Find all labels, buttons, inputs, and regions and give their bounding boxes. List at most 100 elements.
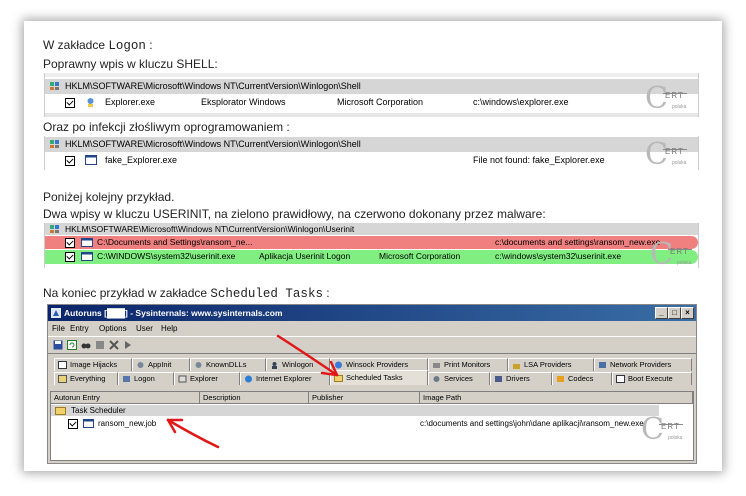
tab-image-hijacks[interactable]: Image Hijacks bbox=[54, 358, 132, 371]
column-autorun-entry[interactable]: Autorun Entry bbox=[51, 392, 200, 404]
legit-row[interactable]: C:\WINDOWS\system32\userinit.exe Aplikac… bbox=[45, 250, 698, 264]
entry-image-path: c:\windows\explorer.exe bbox=[473, 97, 569, 107]
tab-logon[interactable]: Logon bbox=[118, 372, 174, 385]
tab-label: Internet Explorer bbox=[256, 374, 312, 383]
lock-icon bbox=[513, 364, 520, 369]
two-entries-caption: Dwa wpisy w kluczu USERINIT, na zielono … bbox=[43, 207, 546, 221]
cert-watermark-sub: polska bbox=[672, 104, 687, 110]
tab-everything[interactable]: Everything bbox=[54, 372, 118, 385]
menu-user[interactable]: User bbox=[136, 324, 153, 333]
entry-image-path: File not found: fake_Explorer.exe bbox=[473, 155, 605, 165]
scheduled-intro: Na koniec przykład w zakładce Scheduled … bbox=[43, 286, 330, 301]
delete-icon[interactable] bbox=[109, 340, 119, 350]
group-label: Task Scheduler bbox=[71, 406, 126, 415]
tab-knowndlls[interactable]: KnownDLLs bbox=[190, 358, 266, 371]
tab-print-monitors[interactable]: Print Monitors bbox=[428, 358, 508, 371]
tab-label: AppInit bbox=[148, 360, 172, 369]
enable-checkbox[interactable] bbox=[65, 238, 75, 248]
column-image-path[interactable]: Image Path bbox=[420, 392, 693, 404]
tab-label: Boot Execute bbox=[628, 374, 673, 383]
tab-drivers[interactable]: Drivers bbox=[490, 372, 552, 385]
autorun-row[interactable]: Explorer.exe Eksplorator Windows Microso… bbox=[45, 95, 698, 110]
window-icon bbox=[81, 238, 93, 247]
tab-label: Everything bbox=[70, 374, 106, 383]
column-label: Image Path bbox=[423, 393, 462, 402]
autoruns-list: Autorun Entry Description Publisher Imag… bbox=[50, 391, 694, 461]
tab-explorer[interactable]: Explorer bbox=[174, 372, 240, 385]
registry-icon bbox=[50, 225, 59, 233]
registry-key-row: HKLM\SOFTWARE\Microsoft\Windows NT\Curre… bbox=[45, 137, 698, 152]
entry-image-path: c:\documents and settings\john\dane apli… bbox=[420, 419, 644, 428]
properties-icon[interactable] bbox=[95, 340, 105, 350]
maximize-button[interactable]: □ bbox=[668, 307, 681, 319]
enable-checkbox[interactable] bbox=[68, 419, 78, 429]
registry-key-path: HKLM\SOFTWARE\Microsoft\Windows NT\Curre… bbox=[65, 139, 361, 149]
malware-row[interactable]: C:\Documents and Settings\ransom_ne... c… bbox=[45, 236, 698, 249]
column-label: Autorun Entry bbox=[54, 393, 100, 402]
autoruns-window: Autoruns [███] - Sysinternals: www.sysin… bbox=[47, 304, 697, 464]
minimize-button[interactable]: _ bbox=[655, 307, 668, 319]
entry-name: Explorer.exe bbox=[105, 97, 156, 107]
task-row[interactable]: ransom_new.job c:\documents and settings… bbox=[51, 418, 693, 429]
explorer-icon bbox=[178, 375, 187, 383]
tab-label: LSA Providers bbox=[524, 360, 572, 369]
entry-publisher: Microsoft Corporation bbox=[337, 97, 424, 107]
registry-key-row: HKLM\SOFTWARE\Microsoft\Windows NT\Curre… bbox=[45, 223, 698, 235]
driver-icon bbox=[495, 376, 502, 382]
printer-icon bbox=[433, 363, 440, 368]
cert-watermark: C ERT polska bbox=[650, 237, 692, 268]
column-publisher[interactable]: Publisher bbox=[309, 392, 420, 404]
codec-icon bbox=[557, 376, 564, 382]
tab-label: Scheduled Tasks bbox=[346, 373, 403, 382]
tab-lsa-providers[interactable]: LSA Providers bbox=[508, 358, 594, 371]
entry-description: Aplikacja Userinit Logon bbox=[259, 251, 351, 261]
menu-entry[interactable]: Entry bbox=[70, 324, 89, 333]
tab-services[interactable]: Services bbox=[428, 372, 490, 385]
registry-icon bbox=[50, 82, 59, 90]
tab-network-providers[interactable]: Network Providers bbox=[594, 358, 692, 371]
menu-options[interactable]: Options bbox=[99, 324, 127, 333]
tab-appinit[interactable]: AppInit bbox=[132, 358, 190, 371]
next-example-caption: Poniżej kolejny przykład. bbox=[43, 190, 175, 204]
tab-scheduled-tasks[interactable]: Scheduled Tasks bbox=[330, 370, 428, 385]
tab-winlogon[interactable]: Winlogon bbox=[266, 358, 330, 371]
registry-icon bbox=[50, 140, 59, 148]
tab-boot-execute[interactable]: Boot Execute bbox=[612, 372, 692, 385]
menu-file[interactable]: File bbox=[52, 324, 65, 333]
window-icon bbox=[58, 361, 67, 369]
registry-key-path: HKLM\SOFTWARE\Microsoft\Windows NT\Curre… bbox=[65, 81, 361, 91]
save-icon[interactable] bbox=[53, 340, 63, 350]
tab-label: Network Providers bbox=[610, 360, 672, 369]
close-button[interactable]: × bbox=[681, 307, 694, 319]
enable-checkbox[interactable] bbox=[65, 98, 75, 108]
registry-key-path: HKLM\SOFTWARE\Microsoft\Windows NT\Curre… bbox=[65, 224, 355, 234]
enable-checkbox[interactable] bbox=[65, 156, 75, 166]
find-icon[interactable] bbox=[81, 340, 91, 350]
ie-icon bbox=[245, 375, 252, 383]
tab-label: Drivers bbox=[506, 374, 530, 383]
cert-watermark: C ERT polska bbox=[645, 81, 687, 116]
cert-watermark: C ERT polska bbox=[645, 137, 687, 170]
tab-internet-explorer[interactable]: Internet Explorer bbox=[240, 372, 330, 385]
refresh-icon[interactable] bbox=[67, 340, 77, 350]
scheduled-tab-name: Scheduled Tasks bbox=[210, 287, 323, 301]
autorun-row[interactable]: fake_Explorer.exe File not found: fake_E… bbox=[45, 153, 698, 168]
tab-label: Logon bbox=[134, 374, 155, 383]
folder-icon bbox=[334, 375, 343, 382]
tab-codecs[interactable]: Codecs bbox=[552, 372, 612, 385]
entry-name: C:\Documents and Settings\ransom_ne... bbox=[97, 237, 253, 247]
window-icon bbox=[81, 252, 93, 261]
jump-icon[interactable] bbox=[123, 340, 133, 350]
shell-ok-screenshot: HKLM\SOFTWARE\Microsoft\Windows NT\Curre… bbox=[44, 73, 699, 117]
tab-label: Services bbox=[444, 374, 473, 383]
network-icon bbox=[335, 361, 342, 369]
tab-label: Winlogon bbox=[282, 360, 314, 369]
column-description[interactable]: Description bbox=[200, 392, 309, 404]
group-row[interactable]: Task Scheduler bbox=[51, 405, 659, 416]
logon-icon bbox=[123, 376, 130, 382]
menu-help[interactable]: Help bbox=[161, 324, 177, 333]
cropped-row-bottom bbox=[45, 113, 698, 117]
cert-watermark-sub: polska bbox=[668, 435, 683, 441]
window-titlebar[interactable]: Autoruns [███] - Sysinternals: www.sysin… bbox=[48, 305, 696, 321]
enable-checkbox[interactable] bbox=[65, 252, 75, 262]
